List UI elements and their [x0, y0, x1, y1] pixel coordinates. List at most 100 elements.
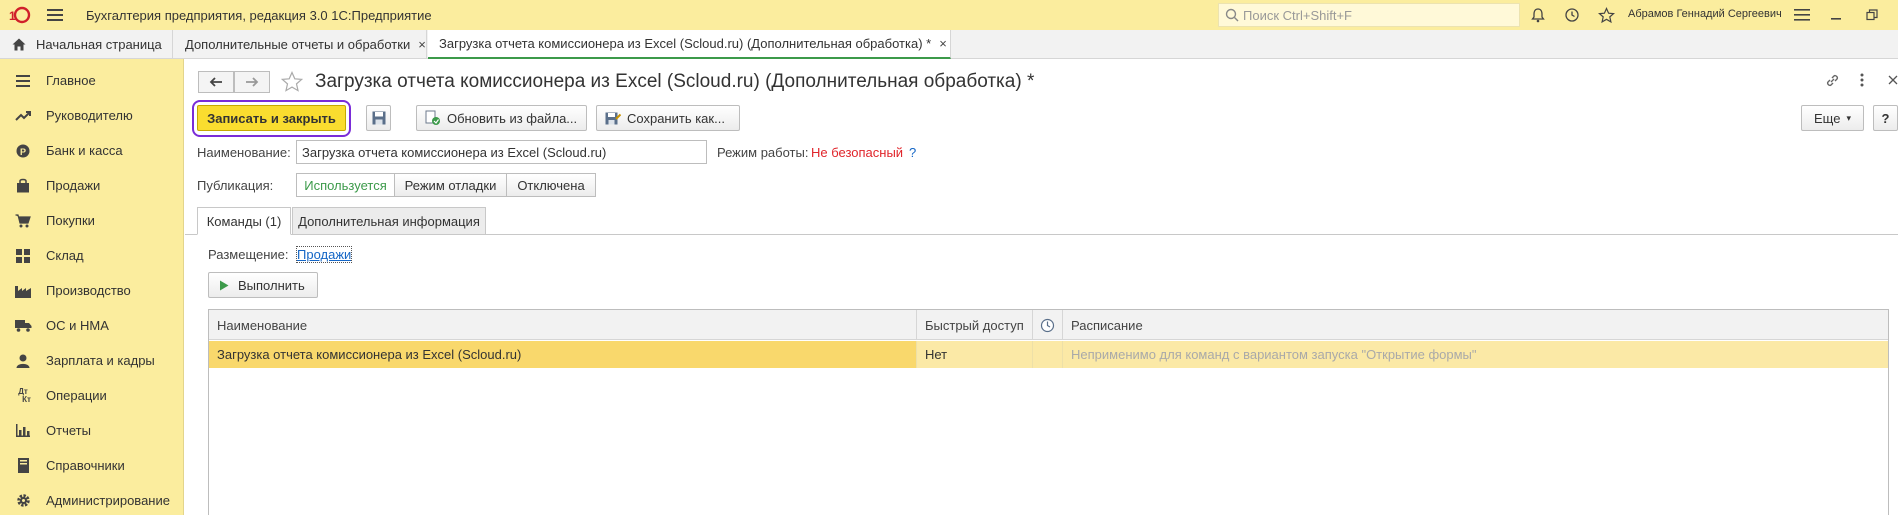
svg-text:P: P: [20, 147, 26, 157]
user-name[interactable]: Абрамов Геннадий Сергеевич: [1628, 8, 1782, 20]
link-icon[interactable]: [1825, 73, 1840, 91]
truck-icon: [0, 319, 46, 332]
column-header-schedule-icon[interactable]: [1033, 310, 1063, 340]
search-icon: [1225, 8, 1239, 22]
processing-form: Загрузка отчета комиссионера из Excel (S…: [185, 59, 1898, 515]
save-and-close-button[interactable]: Записать и закрыть: [197, 105, 346, 131]
sidebar-item-label: Банк и касса: [46, 143, 123, 158]
column-header-name[interactable]: Наименование: [209, 310, 917, 340]
close-tab-icon[interactable]: ×: [418, 37, 426, 52]
sidebar-item-purchases[interactable]: Покупки: [0, 203, 184, 238]
commands-table[interactable]: Наименование Быстрый доступ Расписание З…: [208, 309, 1889, 515]
run-button[interactable]: Выполнить: [208, 272, 318, 298]
bar-chart-icon: [0, 424, 46, 437]
publication-option-disabled[interactable]: Отключена: [506, 173, 596, 197]
forward-button[interactable]: [234, 71, 270, 93]
clock-icon: [1040, 318, 1055, 332]
sidebar-item-sales[interactable]: Продажи: [0, 168, 184, 203]
book-icon: [0, 458, 46, 473]
tab-label: Начальная страница: [36, 37, 162, 52]
bag-icon: [0, 178, 46, 193]
sidebar-item-label: Администрирование: [46, 493, 170, 508]
cell-quick-access[interactable]: Нет: [917, 341, 1033, 368]
sidebar-item-label: Главное: [46, 73, 96, 88]
sidebar-item-production[interactable]: Производство: [0, 273, 184, 308]
placement-link[interactable]: Продажи: [295, 246, 353, 263]
floppy-disk-icon: [372, 111, 385, 125]
1c-logo: 1: [0, 0, 40, 30]
sidebar-item-administration[interactable]: Администрирование: [0, 483, 184, 515]
column-header-quick-access[interactable]: Быстрый доступ: [917, 310, 1033, 340]
help-button[interactable]: ?: [1873, 105, 1898, 131]
sidebar-item-label: ОС и НМА: [46, 318, 109, 333]
settings-menu-icon[interactable]: [1792, 5, 1812, 25]
main-menu-icon[interactable]: [40, 0, 70, 30]
sections-panel: Главное Руководителю P Банк и касса Прод…: [0, 59, 184, 515]
table-row[interactable]: Загрузка отчета комиссионера из Excel (S…: [209, 341, 1888, 368]
sidebar-item-label: Отчеты: [46, 423, 91, 438]
more-actions-label: Еще: [1814, 110, 1841, 126]
sidebar-item-label: Зарплата и кадры: [46, 353, 155, 368]
publication-label: Публикация:: [197, 178, 274, 193]
favorite-star-icon[interactable]: [280, 71, 304, 96]
sidebar-item-label: Руководителю: [46, 108, 133, 123]
tab-home-page[interactable]: Начальная страница: [0, 30, 173, 59]
sidebar-item-reports[interactable]: Отчеты: [0, 413, 184, 448]
publication-option-used[interactable]: Используется: [296, 173, 395, 197]
sidebar-item-main[interactable]: Главное: [0, 63, 184, 98]
factory-icon: [0, 284, 46, 298]
table-header: Наименование Быстрый доступ Расписание: [209, 310, 1888, 340]
tab-commands[interactable]: Команды (1): [197, 207, 291, 235]
history-icon[interactable]: [1562, 5, 1582, 25]
update-from-file-label: Обновить из файла...: [447, 110, 578, 126]
search-input[interactable]: Поиск Ctrl+Shift+F: [1218, 3, 1520, 27]
sidebar-item-warehouse[interactable]: Склад: [0, 238, 184, 273]
open-windows-tabbar: Начальная страница Дополнительные отчеты…: [0, 30, 1898, 59]
bell-icon[interactable]: [1528, 5, 1548, 25]
dt-kt-icon-bottom: Кт: [22, 394, 31, 404]
tab-additional-info[interactable]: Дополнительная информация: [292, 207, 486, 235]
cart-icon: [0, 213, 46, 228]
update-from-file-button[interactable]: Обновить из файла...: [416, 105, 587, 131]
tab-additional-reports[interactable]: Дополнительные отчеты и обработки ×: [174, 30, 427, 59]
menu-lines-icon: [0, 74, 46, 87]
sidebar-item-label: Операции: [46, 388, 107, 403]
more-actions-button[interactable]: Еще ▾: [1801, 105, 1864, 131]
publication-option-debug[interactable]: Режим отладки: [394, 173, 507, 197]
cell-schedule[interactable]: Неприменимо для команд с вариантом запус…: [1063, 341, 1888, 368]
back-button[interactable]: [198, 71, 234, 93]
update-file-icon: [425, 110, 440, 125]
more-vertical-icon[interactable]: [1860, 73, 1864, 90]
save-as-icon: [605, 112, 621, 124]
close-tab-icon[interactable]: ×: [939, 36, 947, 51]
mode-help-icon[interactable]: ?: [909, 145, 916, 160]
sidebar-item-operations[interactable]: Дт Кт Операции: [0, 378, 184, 413]
dt-kt-icon: Дт Кт: [0, 387, 46, 404]
sidebar-item-label: Покупки: [46, 213, 95, 228]
sidebar-item-payroll[interactable]: Зарплата и кадры: [0, 343, 184, 378]
sidebar-item-label: Справочники: [46, 458, 125, 473]
name-value: Загрузка отчета комиссионера из Excel (S…: [302, 144, 607, 160]
sidebar-item-directories[interactable]: Справочники: [0, 448, 184, 483]
sidebar-item-label: Производство: [46, 283, 131, 298]
column-header-schedule[interactable]: Расписание: [1063, 310, 1888, 340]
sidebar-item-manager[interactable]: Руководителю: [0, 98, 184, 133]
gear-icon: [0, 493, 46, 508]
arrow-right-icon: [246, 77, 259, 87]
favorites-star-icon[interactable]: [1596, 5, 1616, 25]
tab-label: Дополнительные отчеты и обработки: [185, 37, 411, 52]
svg-text:1: 1: [9, 9, 16, 23]
tab-current-processing[interactable]: Загрузка отчета комиссионера из Excel (S…: [428, 30, 951, 59]
minimize-icon[interactable]: [1826, 5, 1846, 25]
save-button[interactable]: [366, 105, 391, 131]
name-field[interactable]: Загрузка отчета комиссионера из Excel (S…: [296, 140, 707, 164]
close-form-icon[interactable]: [1888, 73, 1898, 88]
sidebar-item-bank[interactable]: P Банк и касса: [0, 133, 184, 168]
person-icon: [0, 354, 46, 368]
cell-name[interactable]: Загрузка отчета комиссионера из Excel (S…: [209, 341, 917, 368]
placement-label: Размещение:: [208, 247, 289, 262]
sidebar-item-fixed-assets[interactable]: ОС и НМА: [0, 308, 184, 343]
cell-schedule-icon[interactable]: [1033, 341, 1063, 368]
save-as-button[interactable]: Сохранить как...: [596, 105, 740, 131]
restore-window-icon[interactable]: [1862, 5, 1882, 25]
